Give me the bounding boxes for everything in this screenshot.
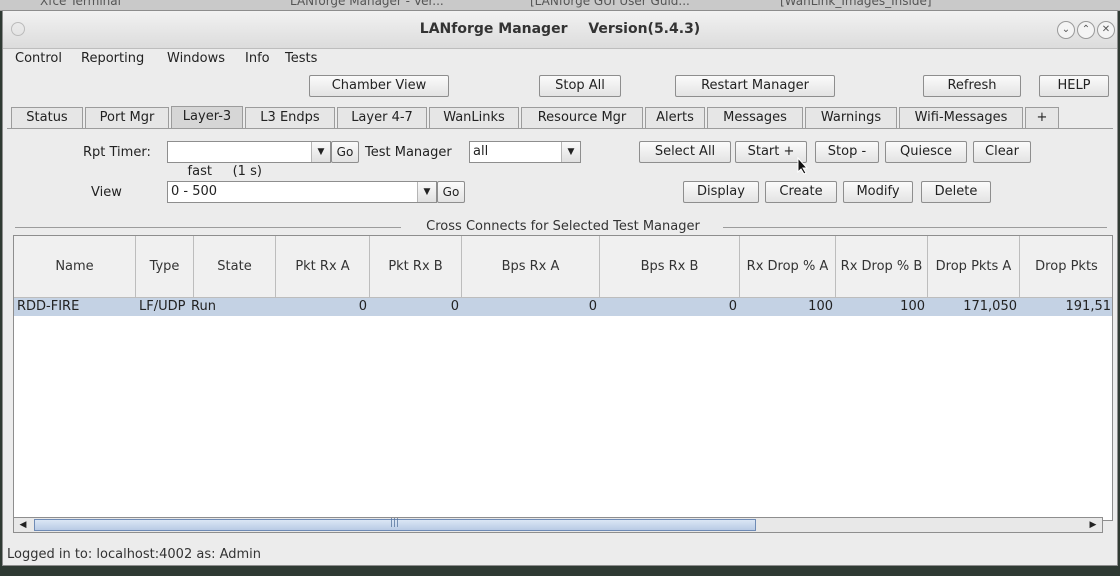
view-select[interactable]: 0 - 500 ▼ xyxy=(167,181,437,203)
tab-layer-3[interactable]: Layer-3 xyxy=(171,106,243,128)
create-button[interactable]: Create xyxy=(765,181,837,203)
horizontal-scrollbar[interactable]: ◀ ||| ▶ xyxy=(13,517,1103,533)
stop-button[interactable]: Stop - xyxy=(815,141,879,163)
taskbar-item[interactable]: Xfce Terminal xyxy=(40,0,121,8)
column-header-bps-rx-b[interactable]: Bps Rx B xyxy=(600,236,740,298)
cell-state: Run xyxy=(191,299,216,314)
select-all-button[interactable]: Select All xyxy=(639,141,731,163)
cell-rx-drop-a: 100 xyxy=(808,299,833,314)
column-header-type[interactable]: Type xyxy=(136,236,194,298)
menu-windows[interactable]: Windows xyxy=(167,51,225,66)
tab-resource-mgr[interactable]: Resource Mgr xyxy=(521,107,643,128)
clear-button[interactable]: Clear xyxy=(973,141,1031,163)
column-header-bps-rx-a[interactable]: Bps Rx A xyxy=(462,236,600,298)
view-label: View xyxy=(91,185,122,200)
title-bar: LANforge Manager Version(5.4.3) ⌄ ⌃ ✕ xyxy=(3,11,1117,49)
column-header-pkt-rx-b[interactable]: Pkt Rx B xyxy=(370,236,462,298)
status-bar: Logged in to: localhost:4002 as: Admin xyxy=(7,547,262,562)
cell-type: LF/UDP xyxy=(139,299,186,314)
column-header-rx-drop-b[interactable]: Rx Drop % B xyxy=(836,236,928,298)
test-manager-label: Test Manager xyxy=(365,145,452,160)
display-button[interactable]: Display xyxy=(683,181,759,203)
scrollbar-thumb[interactable]: ||| xyxy=(34,518,756,531)
stop-all-button[interactable]: Stop All xyxy=(539,75,621,97)
grip-icon: ||| xyxy=(390,518,400,528)
tab-alerts[interactable]: Alerts xyxy=(645,107,705,128)
app-version: Version(5.4.3) xyxy=(588,21,701,37)
chamber-view-button[interactable]: Chamber View xyxy=(309,75,449,97)
cross-connects-table: Name Type State Pkt Rx A Pkt Rx B Bps Rx… xyxy=(13,235,1113,521)
test-manager-value: all xyxy=(473,144,489,159)
delete-button[interactable]: Delete xyxy=(921,181,991,203)
menu-tests[interactable]: Tests xyxy=(285,51,317,66)
column-header-rx-drop-a[interactable]: Rx Drop % A xyxy=(740,236,836,298)
cell-rx-drop-b: 100 xyxy=(900,299,925,314)
menu-bar: Control Reporting Windows Info Tests xyxy=(3,51,1117,71)
mouse-pointer-icon xyxy=(797,157,809,175)
cell-bps-rx-a: 0 xyxy=(588,299,597,314)
lanforge-window: LANforge Manager Version(5.4.3) ⌄ ⌃ ✕ Co… xyxy=(2,10,1118,566)
scroll-left-icon[interactable]: ◀ xyxy=(16,519,30,531)
column-header-name[interactable]: Name xyxy=(14,236,136,298)
tab-wifi-messages[interactable]: Wifi-Messages xyxy=(899,107,1023,128)
taskbar-item[interactable]: [LANforge GUI User Guid... xyxy=(530,0,690,8)
dropdown-arrow-icon: ▼ xyxy=(417,182,436,202)
dropdown-arrow-icon: ▼ xyxy=(311,142,330,162)
taskbar-item[interactable]: [WanLink_Images_Inside] xyxy=(780,0,932,8)
modify-button[interactable]: Modify xyxy=(843,181,913,203)
cell-bps-rx-b: 0 xyxy=(728,299,737,314)
cell-pkt-rx-b: 0 xyxy=(450,299,459,314)
close-icon[interactable]: ✕ xyxy=(1097,21,1115,39)
menu-control[interactable]: Control xyxy=(15,51,62,66)
rpt-timer-value: fast (1 s) xyxy=(187,164,262,179)
refresh-button[interactable]: Refresh xyxy=(923,75,1021,97)
column-header-drop-pkts-a[interactable]: Drop Pkts A xyxy=(928,236,1020,298)
app-title: LANforge Manager xyxy=(419,21,568,37)
column-header-state[interactable]: State xyxy=(194,236,276,298)
menu-reporting[interactable]: Reporting xyxy=(81,51,144,66)
tab-port-mgr[interactable]: Port Mgr xyxy=(85,107,169,128)
rpt-timer-go-button[interactable]: Go xyxy=(331,141,359,163)
rpt-timer-select[interactable]: fast (1 s) ▼ xyxy=(167,141,331,179)
cell-pkt-rx-a: 0 xyxy=(358,299,367,314)
taskbar-item[interactable]: LANforge Manager - Ver... xyxy=(290,0,444,8)
cell-drop-pkts-a: 171,050 xyxy=(963,299,1017,314)
tab-layer-4-7[interactable]: Layer 4-7 xyxy=(337,107,427,128)
maximize-icon[interactable]: ⌃ xyxy=(1077,21,1095,39)
tab-wanlinks[interactable]: WanLinks xyxy=(429,107,519,128)
tab-divider xyxy=(7,128,1113,129)
column-header-pkt-rx-a[interactable]: Pkt Rx A xyxy=(276,236,370,298)
column-header-drop-pkts[interactable]: Drop Pkts xyxy=(1020,236,1112,298)
tab-messages[interactable]: Messages xyxy=(707,107,803,128)
tab-add[interactable]: + xyxy=(1025,107,1059,128)
restart-manager-button[interactable]: Restart Manager xyxy=(675,75,835,97)
rpt-timer-label: Rpt Timer: xyxy=(83,145,151,160)
section-divider xyxy=(723,227,1107,228)
tab-l3-endps[interactable]: L3 Endps xyxy=(245,107,335,128)
window-title: LANforge Manager Version(5.4.3) xyxy=(3,21,1117,37)
help-button[interactable]: HELP xyxy=(1039,75,1109,97)
dropdown-arrow-icon: ▼ xyxy=(561,142,580,162)
tab-status[interactable]: Status xyxy=(11,107,83,128)
tab-warnings[interactable]: Warnings xyxy=(805,107,897,128)
test-manager-select[interactable]: all ▼ xyxy=(469,141,581,163)
view-go-button[interactable]: Go xyxy=(437,181,465,203)
cell-drop-pkts: 191,51 xyxy=(1065,299,1112,314)
scroll-right-icon[interactable]: ▶ xyxy=(1086,519,1100,531)
minimize-icon[interactable]: ⌄ xyxy=(1057,21,1075,39)
view-value: 0 - 500 xyxy=(171,184,218,199)
quiesce-button[interactable]: Quiesce xyxy=(885,141,967,163)
menu-info[interactable]: Info xyxy=(245,51,270,66)
cell-name: RDD-FIRE xyxy=(17,299,80,314)
